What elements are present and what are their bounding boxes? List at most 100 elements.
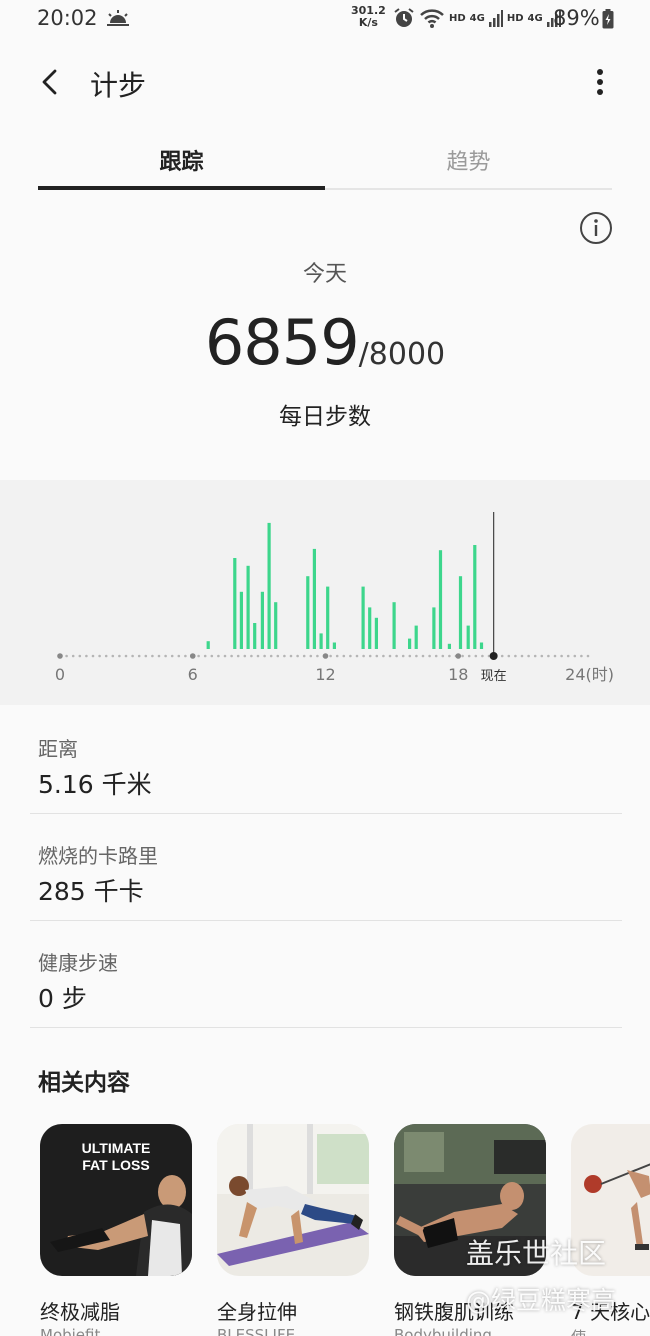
baseline-dot [217,654,220,658]
chart-bar [361,586,365,649]
baseline-dot [481,654,484,658]
baseline-dot [210,654,214,658]
baseline-dot [197,654,200,658]
hd-indicator-1: HD [449,12,466,24]
tick-label: 18 [448,665,468,684]
network-type-2: 4G [527,12,543,24]
baseline-dot [527,654,530,658]
baseline-dot [514,654,517,658]
baseline-dot [533,654,537,658]
steps-caption: 每日步数 [279,404,371,430]
tick-dot [455,653,462,659]
related-card[interactable]: 全身拉伸 BLESSLIFE [217,1124,373,1336]
watermark: 盖乐世社区 [466,1237,607,1270]
baseline-dot [368,654,372,658]
tick-label: 现在 [481,669,507,684]
signal-icon [488,10,503,27]
tab-trends[interactable]: 趋势 [325,132,612,188]
baseline-dot [85,654,88,658]
back-arrow-icon [42,69,57,95]
card-title: 终极减脂 [40,1300,120,1324]
baseline-dot [104,654,108,658]
baseline-dot [520,654,524,658]
tick-label: 6 [188,665,198,684]
status-icons: HD 4G HD 4G [393,7,561,29]
baseline-dot [256,654,260,658]
baseline-dot [203,654,207,658]
battery-percent: 89% [553,6,600,30]
baseline-dot [401,654,405,658]
chart-svg: 0 6 12 18 现在 24(时) [55,512,614,684]
chart-bar [414,625,418,649]
baseline-dot [329,654,332,658]
baseline-dot [566,654,570,658]
baseline-dot [230,654,233,658]
baseline-dot [507,654,511,658]
baseline-dot [137,654,141,658]
baseline-dot [276,654,280,658]
baseline-dot [467,654,471,658]
card-thumbnail: ULTIMATE FAT LOSS [40,1124,192,1276]
status-time: 20:02 [37,6,98,30]
baseline-dot [223,654,227,658]
battery-charging-icon [602,9,614,29]
baseline-dot [573,654,577,658]
tick-label: 24(时) [565,665,614,684]
chart-bar [312,548,316,649]
baseline-dot [349,654,352,658]
baseline-dot [428,654,431,658]
metric-value: 285 千卡 [38,877,144,906]
baseline-dot [111,654,115,658]
baseline-dot [289,654,293,658]
baseline-dot [316,654,319,658]
chart-bar [473,545,477,649]
card-subtitle: 使 [571,1326,586,1336]
chart-bar [438,550,443,649]
metric-label: 燃烧的卡路里 [38,844,158,868]
more-options-button[interactable] [584,62,616,102]
metric-value: 5.16 千米 [38,770,152,799]
baseline-dot [296,654,299,658]
chart-bar [246,565,250,649]
baseline-dot [124,654,128,658]
related-card[interactable]: ULTIMATE FAT LOSS 终极减脂 Mobiefit [40,1124,196,1336]
baseline-dot [302,654,306,658]
now-marker [489,652,498,660]
chart-bar [432,607,436,649]
tick-label: 0 [55,665,65,684]
metric-healthy-pace[interactable]: 健康步速 0 步 [30,921,622,1028]
baseline-dot [118,654,121,658]
baseline-dot [415,654,418,658]
tick-dot [57,653,63,659]
baseline-dot [375,654,379,658]
chart-bar [392,602,396,649]
chart-bar [326,586,330,649]
info-icon[interactable] [579,211,613,245]
baseline-dot [98,654,101,658]
tab-tracking[interactable]: 跟踪 [38,132,325,190]
chart-bar [274,602,278,649]
steps-goal: /8000 [358,337,446,372]
baseline-dot [71,654,75,658]
baseline-dot [382,654,385,658]
baseline-dot [474,654,478,658]
baseline-dot [560,654,563,658]
metric-value: 0 步 [38,984,87,1013]
back-button[interactable] [30,62,70,102]
more-vertical-icon [597,69,603,95]
baseline-dot [388,654,392,658]
hourly-steps-chart[interactable]: 0 6 12 18 现在 24(时) [0,480,650,705]
baseline-dot [355,654,359,658]
baseline-dot [448,654,451,658]
metric-distance[interactable]: 距离 5.16 千米 [30,707,622,814]
steps-count: 6859 [204,306,360,379]
tab-bar: 跟踪 趋势 [38,132,612,190]
chart-bar [239,591,243,649]
chart-bar [267,522,271,649]
status-bar: 20:02 301.2 K/s HD 4G HD 4G 89% [0,0,650,38]
baseline-dot [236,654,240,658]
baseline-dot [362,654,365,658]
chart-bar [233,558,237,649]
baseline-dot [184,654,187,658]
metric-calories[interactable]: 燃烧的卡路里 285 千卡 [30,814,622,921]
